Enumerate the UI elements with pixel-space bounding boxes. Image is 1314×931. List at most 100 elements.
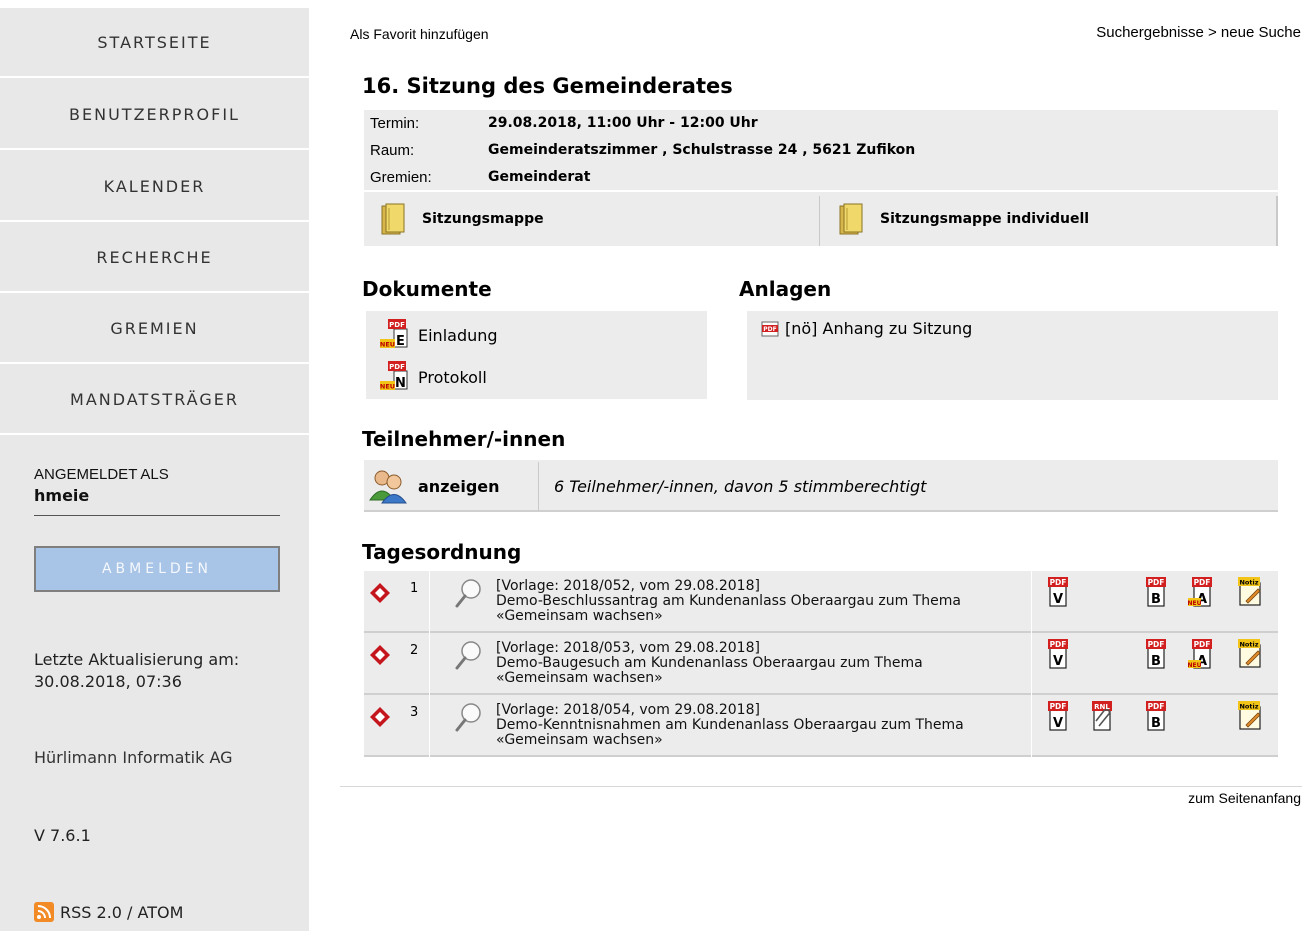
divider [819, 196, 820, 246]
magnifier-icon[interactable] [454, 701, 484, 733]
search-results-link[interactable]: Suchergebnisse [1096, 24, 1204, 41]
magnifier-icon[interactable] [454, 577, 484, 609]
add-favorite-link[interactable]: Als Favorit hinzufügen [350, 26, 489, 42]
attachment-item[interactable]: PDF [nö] Anhang zu Sitzung [761, 319, 972, 338]
svg-text:Notiz: Notiz [1239, 703, 1258, 711]
auszug-pdf-button[interactable]: PDF A NEU [1188, 639, 1216, 669]
info-row-raum: Raum: Gemeinderatszimmer , Schulstrasse … [370, 142, 915, 159]
last-update-label: Letzte Aktualisierung am: [34, 650, 240, 669]
nav-kalender[interactable]: KALENDER [0, 152, 309, 222]
document-einladung[interactable]: PDF E NEU Einladung [380, 319, 498, 349]
participants-heading: Teilnehmer/-innen [362, 427, 566, 451]
agenda-item-reference: [Vorlage: 2018/054, vom 29.08.2018] [496, 702, 760, 718]
breadcrumb-separator: > [1207, 24, 1217, 41]
auszug-pdf-button[interactable]: PDF A NEU [1188, 577, 1216, 607]
attachments-heading: Anlagen [739, 277, 832, 301]
new-search-link[interactable]: neue Suche [1221, 24, 1301, 41]
participants-summary: 6 Teilnehmer/-innen, davon 5 stimmberech… [554, 477, 927, 496]
sitzungsmappe-link[interactable]: Sitzungsmappe [380, 192, 544, 246]
svg-text:NEU: NEU [1188, 662, 1202, 669]
info-row-gremien: Gremien: Gemeinderat [370, 169, 590, 186]
attachment-label: [nö] Anhang zu Sitzung [785, 319, 973, 338]
divider [429, 571, 430, 633]
svg-text:Notiz: Notiz [1239, 641, 1258, 649]
note-icon: Notiz [1238, 577, 1261, 606]
pdf-v-icon: PDF V [1048, 577, 1068, 607]
folder-bar: Sitzungsmappe Sitzungsmappe individuell [364, 192, 1278, 246]
agenda-item-icon [370, 645, 390, 665]
svg-text:PDF: PDF [1050, 578, 1067, 587]
vorlage-pdf-button[interactable]: PDF V [1044, 639, 1072, 669]
agenda-item-number: 2 [410, 643, 419, 658]
agenda-item-title: Demo-Beschlussantrag am Kundenanlass Obe… [496, 593, 961, 609]
agenda-item-reference: [Vorlage: 2018/053, vom 29.08.2018] [496, 640, 760, 656]
magnifier-icon[interactable] [454, 639, 484, 671]
agenda-item-text[interactable]: [Vorlage: 2018/053, vom 29.08.2018] Demo-… [496, 641, 923, 686]
rss-icon [34, 902, 54, 922]
pdf-b-icon: PDF B [1146, 639, 1166, 669]
beschluss-pdf-button[interactable]: PDF B [1142, 639, 1170, 669]
svg-text:V: V [1053, 592, 1063, 607]
last-update-date: 30.08.2018, 07:36 [34, 672, 182, 691]
sitzungsmappe-label: Sitzungsmappe [422, 211, 544, 227]
folder-icon [381, 203, 405, 235]
vorlage-pdf-button[interactable]: PDF V [1044, 701, 1072, 731]
documents-list: PDF E NEU Einladung PDF N NEU Protokoll [366, 311, 707, 399]
sidebar: STARTSEITE BENUTZERPROFIL KALENDER RECHE… [0, 8, 309, 931]
nav-startseite[interactable]: STARTSEITE [0, 8, 309, 78]
sitzungsmappe-individuell-link[interactable]: Sitzungsmappe individuell [838, 192, 1089, 246]
rss-link[interactable]: RSS 2.0 / ATOM [34, 902, 183, 922]
divider [429, 633, 430, 695]
raum-label: Raum: [370, 142, 415, 159]
beschluss-pdf-button[interactable]: PDF B [1142, 701, 1170, 731]
login-username: hmeie [34, 486, 90, 505]
note-button[interactable]: Notiz [1236, 639, 1264, 669]
agenda-item-text[interactable]: [Vorlage: 2018/052, vom 29.08.2018] Demo-… [496, 579, 961, 624]
svg-text:PDF: PDF [389, 363, 405, 371]
svg-text:B: B [1151, 716, 1161, 731]
svg-text:E: E [396, 334, 405, 349]
gremien-label: Gremien: [370, 169, 432, 186]
agenda-table: 1 [Vorlage: 2018/052, vom 29.08.2018] Demo… [364, 571, 1278, 757]
agenda-item-text[interactable]: [Vorlage: 2018/054, vom 29.08.2018] Demo-… [496, 703, 964, 748]
note-button[interactable]: Notiz [1236, 701, 1264, 731]
agenda-item-icon [370, 707, 390, 727]
agenda-item-reference: [Vorlage: 2018/052, vom 29.08.2018] [496, 578, 760, 594]
nav-recherche[interactable]: RECHERCHE [0, 223, 309, 293]
agenda-item-number: 1 [410, 581, 419, 596]
svg-text:V: V [1053, 654, 1063, 669]
agenda-item-title-cont: «Gemeinsam wachsen» [496, 732, 663, 748]
rnl-attachment-button[interactable]: RNL [1088, 701, 1116, 731]
nav-benutzerprofil[interactable]: BENUTZERPROFIL [0, 80, 309, 150]
nav-gremien[interactable]: GREMIEN [0, 294, 309, 364]
beschluss-pdf-button[interactable]: PDF B [1142, 577, 1170, 607]
termin-label: Termin: [370, 115, 420, 132]
divider [34, 515, 280, 516]
svg-text:PDF: PDF [1148, 702, 1165, 711]
divider [1031, 695, 1032, 757]
svg-text:B: B [1151, 592, 1161, 607]
svg-text:NEU: NEU [380, 341, 395, 349]
note-button[interactable]: Notiz [1236, 577, 1264, 607]
divider [1276, 196, 1278, 246]
document-protokoll[interactable]: PDF N NEU Protokoll [380, 361, 487, 391]
attachment-clip-icon: RNL [1092, 701, 1112, 731]
svg-text:PDF: PDF [1194, 640, 1211, 649]
back-to-top-link[interactable]: zum Seitenanfang [1188, 790, 1301, 806]
agenda-item-title: Demo-Baugesuch am Kundenanlass Oberaarga… [496, 655, 923, 671]
sitzungsmappe-individuell-label: Sitzungsmappe individuell [880, 211, 1090, 227]
participants-box: anzeigen 6 Teilnehmer/-innen, davon 5 st… [364, 460, 1278, 512]
participants-show-button[interactable]: anzeigen [368, 468, 500, 504]
gremien-value: Gemeinderat [488, 169, 591, 185]
pdf-v-icon: PDF V [1048, 639, 1068, 669]
version-label: V 7.6.1 [34, 826, 91, 845]
nav-mandatstraeger[interactable]: MANDATSTRÄGER [0, 365, 309, 435]
note-icon: Notiz [1238, 639, 1261, 668]
logout-button[interactable]: ABMELDEN [34, 546, 280, 592]
vorlage-pdf-button[interactable]: PDF V [1044, 577, 1072, 607]
termin-value: 29.08.2018, 11:00 Uhr - 12:00 Uhr [488, 115, 758, 131]
divider [1031, 633, 1032, 695]
pdf-b-icon: PDF B [1146, 577, 1166, 607]
svg-text:Notiz: Notiz [1239, 579, 1258, 587]
note-icon: Notiz [1238, 701, 1261, 730]
